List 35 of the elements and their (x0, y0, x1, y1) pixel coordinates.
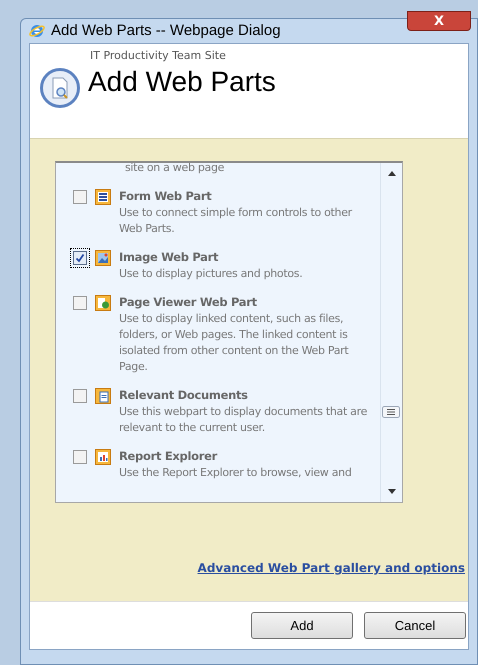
image-icon (95, 250, 111, 266)
checkbox[interactable] (73, 389, 87, 403)
checkbox[interactable] (73, 450, 87, 464)
document-icon (95, 388, 111, 404)
scroll-up-icon (388, 171, 396, 176)
search-page-icon (40, 68, 80, 108)
site-title: IT Productivity Team Site (89, 48, 227, 64)
advanced-gallery-link[interactable]: Advanced Web Part gallery and options (198, 559, 465, 577)
window-title: Add Web Parts -- Webpage Dialog (51, 20, 281, 41)
report-icon (95, 449, 111, 465)
item-description: Use to display linked content, such as files, folders, or Web pages. The linked content is isolated from other content on the Web Part Page. (119, 311, 350, 375)
item-description: Use the Report Explorer to browse, view and (119, 465, 352, 481)
page-globe-icon (95, 295, 111, 311)
check-icon (75, 253, 85, 263)
checkbox[interactable] (73, 251, 87, 265)
item-description: Use this webpart to display documents that are relevant to the current user. (119, 404, 368, 436)
dialog-button[interactable]: Add (251, 612, 353, 639)
item-title[interactable]: Page Viewer Web Part (119, 294, 378, 311)
browser-icon (29, 23, 45, 39)
scroll-thumb-icon (382, 406, 400, 418)
scrollbar[interactable] (380, 163, 402, 502)
item-title[interactable]: Report Explorer (119, 448, 352, 465)
checkbox[interactable] (73, 190, 87, 204)
close-button[interactable]: X (407, 11, 471, 31)
scroll-down-icon (388, 489, 396, 494)
item-description: site on a web page (124, 163, 226, 176)
item-title[interactable]: Relevant Documents (119, 387, 378, 404)
item-description: Use to display pictures and photos. (119, 266, 302, 282)
item-description: Use to connect simple form controls to other Web Parts. (119, 205, 354, 237)
form-icon (95, 189, 111, 205)
item-title[interactable]: Image Web Part (119, 249, 302, 266)
dialog-button[interactable]: Cancel (364, 612, 466, 639)
page-title: Add Web Parts (88, 64, 277, 98)
item-title[interactable]: Form Web Part (119, 188, 378, 205)
checkbox[interactable] (73, 296, 87, 310)
